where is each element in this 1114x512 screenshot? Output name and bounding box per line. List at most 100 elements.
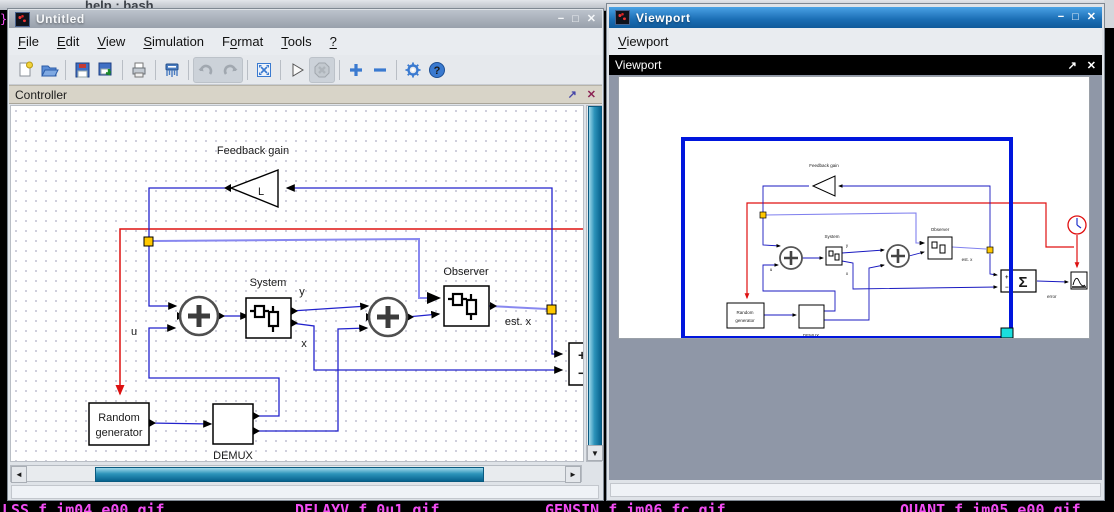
panel-close-icon[interactable]: ✕ (1087, 59, 1096, 72)
terminal-file-4: QUANT_f_im05_e00.gif (900, 501, 1081, 512)
svg-text:−: − (1005, 285, 1009, 291)
demux-label: DEMUX (213, 450, 253, 462)
editor-titlebar[interactable]: Untitled − □ ✕ (9, 10, 602, 28)
viewport-page[interactable]: Feedback gain System Observer (618, 76, 1090, 339)
terminal-file-listing: LSS_f_im04_e00.gif DELAYV_f_0u1.gif GENS… (0, 500, 1114, 512)
menu-edit[interactable]: Edit (48, 29, 88, 55)
editor-window-title: Untitled (36, 12, 85, 26)
viewport-window-title: Viewport (636, 11, 690, 25)
mini-observer-block: Observer (928, 227, 952, 259)
terminal-file-3: GENSIN_f_im06_fc.gif (545, 501, 726, 512)
svg-text:Σ: Σ (1018, 274, 1027, 291)
close-button[interactable]: ✕ (587, 14, 596, 25)
sum-junction-2[interactable] (369, 298, 407, 336)
maximize-button[interactable]: □ (572, 14, 579, 25)
wire-x-to-minus (291, 323, 562, 370)
close-button[interactable]: ✕ (1087, 12, 1096, 23)
mini-scope-block (1071, 272, 1087, 289)
editor-toolbar: ? (9, 55, 602, 85)
help-icon[interactable]: ? (425, 58, 449, 82)
zoom-in-icon[interactable] (344, 58, 368, 82)
delete-shredder-icon[interactable] (160, 58, 184, 82)
viewport-panel-title: Viewport (615, 58, 661, 72)
svg-text:y: y (846, 243, 849, 248)
start-simulation-icon[interactable] (285, 58, 309, 82)
minimize-button[interactable]: − (558, 14, 564, 25)
controller-diagram: L Feedback gain System y x u (11, 106, 584, 462)
undo-icon[interactable] (194, 58, 218, 82)
link-point-1[interactable] (144, 237, 153, 246)
horizontal-scrollbar-thumb[interactable] (95, 467, 484, 482)
svg-text:Random: Random (98, 412, 140, 424)
scicos-app-icon (615, 10, 630, 25)
menu-file[interactable]: File (9, 29, 48, 55)
menu-simulation[interactable]: Simulation (134, 29, 213, 55)
observer-block[interactable]: Observer (443, 266, 489, 326)
menu-viewport[interactable]: Viewport (609, 29, 677, 55)
scroll-right-button[interactable]: ► (565, 466, 581, 483)
sum-junction-1[interactable] (180, 297, 218, 335)
mini-selected-link (765, 213, 986, 249)
scroll-down-button[interactable]: ▼ (587, 445, 603, 461)
gain-block[interactable]: L Feedback gain (217, 145, 289, 207)
mini-signal-wires (763, 186, 1068, 320)
link-point-2[interactable] (547, 305, 556, 314)
fit-diagram-icon[interactable] (252, 58, 276, 82)
mini-clock-block (1068, 216, 1086, 234)
x-label: x (301, 338, 307, 350)
mini-demux: DEMUX (799, 305, 824, 338)
svg-text:Random: Random (736, 310, 753, 315)
zoom-out-icon[interactable] (368, 58, 392, 82)
wire-random-to-demux (149, 423, 211, 424)
vertical-scrollbar[interactable]: ▼ (586, 105, 602, 462)
scroll-left-button[interactable]: ◄ (11, 466, 27, 483)
mini-sum-2 (887, 245, 909, 267)
export-icon[interactable] (94, 58, 118, 82)
random-generator-block[interactable]: Random generator (89, 403, 149, 445)
editor-menubar: File Edit View Simulation Format Tools ? (9, 28, 602, 56)
diagram-canvas[interactable]: L Feedback gain System y x u (10, 105, 584, 462)
scicos-app-icon (15, 12, 30, 27)
horizontal-scrollbar[interactable]: ◄ ► (10, 465, 582, 482)
feedback-gain-label: Feedback gain (217, 145, 289, 157)
print-icon[interactable] (127, 58, 151, 82)
viewport-titlebar[interactable]: Viewport − □ ✕ (609, 7, 1102, 28)
terminal-left-edge-text: }}}}}}}}}}}}}}}}}}}}}}}}}} (0, 10, 8, 500)
menu-format[interactable]: Format (213, 29, 272, 55)
minimize-button[interactable]: − (1058, 12, 1064, 23)
terminal-top-right-corner (1104, 0, 1114, 28)
demux-block[interactable]: DEMUX (213, 404, 254, 462)
menu-view[interactable]: View (88, 29, 134, 55)
vertical-scrollbar-thumb[interactable] (588, 106, 602, 449)
redo-icon[interactable] (218, 58, 242, 82)
stop-simulation-icon[interactable] (310, 58, 334, 82)
mini-link-point-2 (987, 247, 993, 253)
menu-tools[interactable]: Tools (272, 29, 320, 55)
save-icon[interactable] (70, 58, 94, 82)
maximize-button[interactable]: □ (1072, 12, 1079, 23)
svg-text:+: + (1005, 275, 1009, 281)
system-block[interactable]: System (246, 277, 291, 338)
settings-gear-icon[interactable] (401, 58, 425, 82)
viewport-statusbar (610, 483, 1101, 497)
svg-text:System: System (824, 234, 839, 239)
new-diagram-icon[interactable] (13, 58, 37, 82)
mini-error-label: error (1047, 294, 1057, 299)
open-icon[interactable] (37, 58, 61, 82)
svg-text:generator: generator (735, 318, 755, 323)
est-x-label: est. x (505, 316, 532, 328)
undock-icon[interactable]: ↗ (1068, 59, 1077, 72)
wire-gain-to-sum1 (149, 188, 231, 306)
panel-close-icon[interactable]: ✕ (587, 88, 596, 101)
mini-system-block: System (824, 234, 842, 265)
menu-help[interactable]: ? (321, 29, 346, 55)
mini-random-generator: Random generator (727, 303, 764, 328)
error-sum-block[interactable]: + − (569, 343, 584, 385)
wire-estx-to-plus (552, 314, 562, 354)
undock-icon[interactable]: ↗ (568, 88, 577, 101)
svg-text:Feedback gain: Feedback gain (809, 163, 839, 168)
svg-text:est. x: est. x (962, 257, 974, 262)
svg-text:−: − (578, 365, 584, 381)
viewport-resize-handle[interactable] (1001, 328, 1013, 338)
viewport-window: Viewport − □ ✕ Viewport Viewport ↗ ✕ (607, 4, 1104, 500)
